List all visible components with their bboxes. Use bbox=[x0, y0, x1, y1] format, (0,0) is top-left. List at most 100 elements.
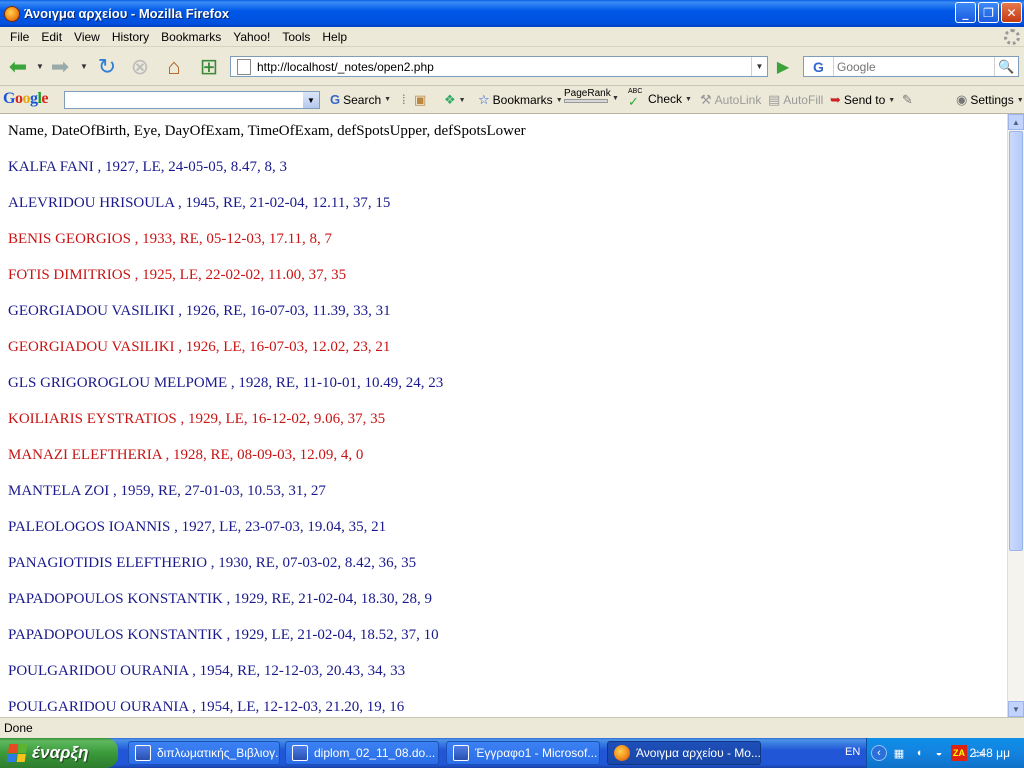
back-button[interactable]: ⬅ bbox=[4, 54, 32, 80]
list-item: PALEOLOGOS IOANNIS , 1927, LE, 23-07-03,… bbox=[8, 519, 387, 535]
pagerank-dropdown-icon[interactable]: ▼ bbox=[612, 95, 619, 102]
pagerank-indicator[interactable]: PageRank bbox=[564, 88, 611, 103]
scrollbar-thumb[interactable] bbox=[1009, 131, 1023, 551]
list-item: MANAZI ELEFTHERIA , 1928, RE, 08-09-03, … bbox=[8, 447, 364, 463]
search-bar[interactable]: G 🔍 bbox=[803, 56, 1019, 77]
language-indicator[interactable]: EN bbox=[845, 746, 860, 758]
home-button[interactable]: ⌂ bbox=[160, 54, 188, 80]
clock[interactable]: 2:48 μμ bbox=[969, 746, 1010, 760]
pagerank-bar bbox=[564, 99, 608, 103]
menu-bookmarks[interactable]: Bookmarks bbox=[155, 30, 227, 44]
performance-gauge-icon[interactable]: ◒ bbox=[931, 745, 947, 761]
url-dropdown-icon[interactable]: ▼ bbox=[751, 57, 767, 76]
scroll-down-icon: ▼ bbox=[1012, 704, 1020, 714]
start-label: έναρξη bbox=[32, 743, 89, 762]
menu-tools[interactable]: Tools bbox=[276, 30, 316, 44]
list-item: GEORGIADOU VASILIKI , 1926, LE, 16-07-03… bbox=[8, 339, 391, 355]
new-tab-button[interactable]: ⊞ bbox=[196, 54, 222, 80]
list-item: POULGARIDOU OURANIA , 1954, LE, 12-12-03… bbox=[8, 699, 405, 715]
google-search-dropdown-icon[interactable]: ▼ bbox=[303, 92, 319, 108]
list-item: GEORGIADOU VASILIKI , 1926, RE, 16-07-03… bbox=[8, 303, 391, 319]
list-item: POULGARIDOU OURANIA , 1954, RE, 12-12-03… bbox=[8, 663, 406, 679]
google-search-input[interactable]: ▼ bbox=[64, 91, 320, 109]
search-input[interactable] bbox=[837, 59, 995, 74]
bookmarks-toolbar-button[interactable]: ☆ Bookmarks ▼ bbox=[478, 92, 563, 108]
send-to-icon: ➥ bbox=[830, 92, 841, 107]
restore-button[interactable]: ❐ bbox=[978, 2, 999, 23]
back-arrow-icon: ⬅ bbox=[8, 54, 28, 79]
forward-button[interactable]: ➡ bbox=[46, 54, 74, 80]
list-item: PAPADOPOULOS KONSTANTIK , 1929, LE, 21-0… bbox=[8, 627, 439, 643]
taskbar-item-firefox[interactable]: Άνοιγμα αρχείου - Mo... bbox=[607, 741, 761, 765]
page-icon bbox=[237, 58, 251, 75]
spell-check-button[interactable]: Check ▼ bbox=[648, 92, 692, 106]
list-item: ALEVRIDOU HRISOULA , 1945, RE, 21-02-04,… bbox=[8, 195, 391, 211]
settings-button[interactable]: ◉ Settings ▼ bbox=[956, 92, 1024, 108]
throbber-icon bbox=[1004, 29, 1020, 45]
pencil-button[interactable]: ✎ bbox=[902, 92, 913, 108]
chevron-down-icon: ▼ bbox=[685, 95, 692, 103]
minimize-icon: _ bbox=[962, 5, 969, 20]
speaker-icon[interactable]: ◖ bbox=[911, 745, 927, 761]
go-button[interactable]: ▶ bbox=[772, 56, 794, 78]
menu-yahoo[interactable]: Yahoo! bbox=[227, 30, 276, 44]
menu-file[interactable]: File bbox=[4, 30, 35, 44]
autolink-wand-icon: ⚒ bbox=[700, 92, 712, 107]
close-button[interactable]: ✕ bbox=[1001, 2, 1022, 23]
zonealarm-icon[interactable]: ZA bbox=[951, 745, 967, 761]
go-arrow-icon: ▶ bbox=[776, 59, 790, 76]
chevron-down-icon: ▼ bbox=[555, 96, 563, 104]
send-to-button[interactable]: ➥ Send to ▼ bbox=[830, 92, 895, 108]
network-icon[interactable]: ▦ bbox=[891, 745, 907, 761]
scroll-up-icon: ▲ bbox=[1012, 117, 1020, 127]
list-item: GLS GRIGOROGLOU MELPOME , 1928, RE, 11-1… bbox=[8, 375, 444, 391]
reload-button[interactable]: ↻ bbox=[94, 54, 120, 80]
search-engine-icon[interactable]: G bbox=[804, 57, 834, 76]
taskbar-item-bibliography[interactable]: διπλωματικής_Βιβλιογ... bbox=[128, 741, 280, 765]
window-controls: _ ❐ ✕ bbox=[955, 2, 1022, 23]
firefox-icon bbox=[614, 745, 630, 761]
scroll-up-button[interactable]: ▲ bbox=[1008, 114, 1024, 130]
google-search-button[interactable]: G Search ▼ bbox=[330, 92, 391, 107]
menu-edit[interactable]: Edit bbox=[35, 30, 68, 44]
news-button[interactable]: ❖ ▼ bbox=[444, 92, 466, 108]
google-logo[interactable]: Google bbox=[3, 90, 48, 108]
taskbar-item-document1[interactable]: Έγγραφο1 - Microsof... bbox=[446, 741, 600, 765]
chevron-down-icon: ▼ bbox=[1016, 96, 1024, 104]
scroll-down-button[interactable]: ▼ bbox=[1008, 701, 1024, 717]
start-button[interactable]: έναρξη bbox=[0, 738, 118, 768]
news-icon: ❖ bbox=[444, 92, 456, 107]
autofill-form-icon: ▤ bbox=[768, 92, 781, 107]
star-icon: ☆ bbox=[478, 92, 490, 107]
menu-view[interactable]: View bbox=[68, 30, 106, 44]
search-magnifier-icon[interactable]: 🔍 bbox=[994, 57, 1018, 76]
back-history-dropdown-icon[interactable]: ▼ bbox=[36, 62, 44, 71]
tray-expand-icon[interactable]: ‹ bbox=[871, 745, 887, 761]
highlight-button[interactable]: ⁞ bbox=[402, 92, 406, 107]
autofill-button[interactable]: ▤ AutoFill bbox=[768, 92, 823, 108]
taskbar-item-diplom[interactable]: diplom_02_11_08.do... bbox=[285, 741, 439, 765]
close-icon: ✕ bbox=[1006, 5, 1017, 20]
vertical-scrollbar[interactable]: ▲ ▼ bbox=[1007, 114, 1024, 717]
firefox-icon[interactable] bbox=[4, 5, 20, 22]
highlight-icon: ⁞ bbox=[402, 92, 406, 107]
forward-history-dropdown-icon[interactable]: ▼ bbox=[80, 62, 88, 71]
autolink-button[interactable]: ⚒ AutoLink bbox=[700, 92, 761, 108]
windows-logo-icon bbox=[6, 744, 28, 762]
menu-history[interactable]: History bbox=[106, 30, 155, 44]
settings-circle-icon: ◉ bbox=[956, 92, 968, 107]
url-input[interactable] bbox=[257, 59, 747, 74]
stop-button[interactable]: ⊗ bbox=[127, 54, 153, 80]
spell-check-icon[interactable]: ABC ✓ bbox=[628, 88, 642, 108]
page-content: Name, DateOfBirth, Eye, DayOfExam, TimeO… bbox=[0, 114, 1007, 717]
google-toolbar: Google ▼ G Search ▼ ⁞ ▣ ❖ ▼ ☆ Bookmarks ▼ Pag… bbox=[0, 87, 1024, 114]
word-document-icon bbox=[292, 745, 308, 761]
home-icon: ⌂ bbox=[167, 54, 181, 79]
list-item: PAPADOPOULOS KONSTANTIK , 1929, RE, 21-0… bbox=[8, 591, 432, 607]
popup-blocker-button[interactable]: ▣ bbox=[414, 92, 426, 108]
address-bar[interactable]: ▼ bbox=[230, 56, 768, 77]
list-item: MANTELA ZOI , 1959, RE, 27-01-03, 10.53,… bbox=[8, 483, 326, 499]
minimize-button[interactable]: _ bbox=[955, 2, 976, 23]
title-bar[interactable]: Άνοιγμα αρχείου - Mozilla Firefox _ ❐ ✕ bbox=[0, 0, 1024, 27]
menu-help[interactable]: Help bbox=[316, 30, 353, 44]
